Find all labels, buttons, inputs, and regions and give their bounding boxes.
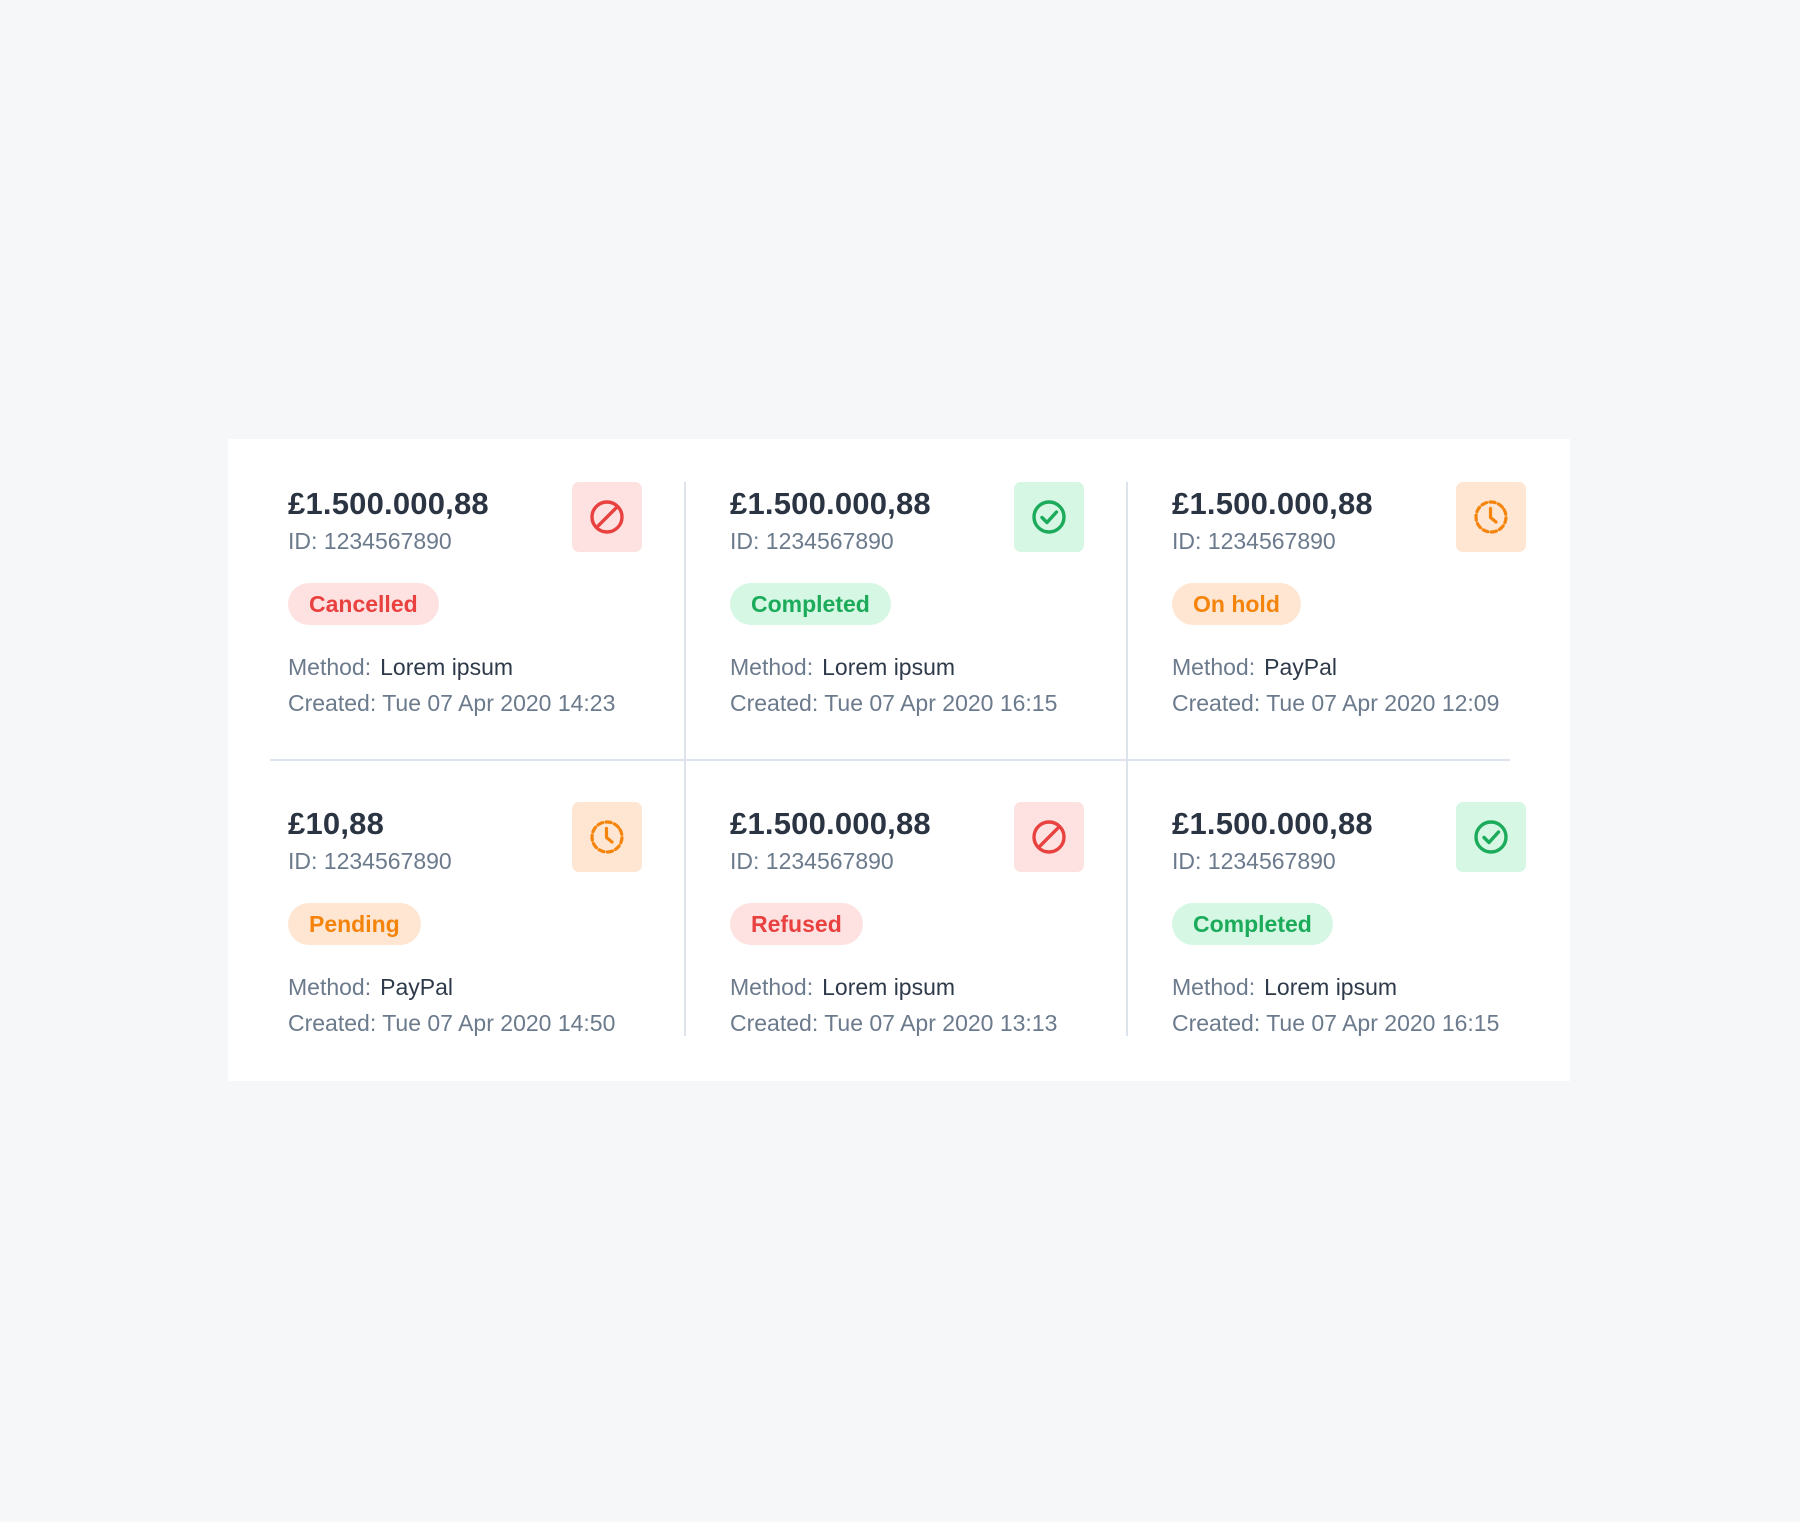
clock-dashed-icon bbox=[1474, 500, 1508, 534]
created-value: Tue 07 Apr 2020 14:23 bbox=[382, 690, 616, 716]
status-badge: On hold bbox=[1172, 583, 1301, 625]
transaction-card[interactable]: £10,88 ID: 1234567890 Pending Method: Pay… bbox=[270, 802, 712, 1079]
transaction-amount: £1.500.000,88 bbox=[730, 486, 931, 521]
method-value: Lorem ipsum bbox=[1264, 974, 1398, 1000]
status-icon-box bbox=[1456, 482, 1526, 552]
created-label: Created: bbox=[1172, 690, 1261, 716]
method-label: Method: bbox=[730, 974, 814, 1000]
ban-icon bbox=[1032, 820, 1066, 854]
created-label: Created: bbox=[730, 690, 819, 716]
transaction-amount: £1.500.000,88 bbox=[288, 486, 489, 521]
method-value: Lorem ipsum bbox=[822, 654, 956, 680]
created-label: Created: bbox=[730, 1010, 819, 1036]
check-circle-icon bbox=[1032, 500, 1066, 534]
status-badge: Refused bbox=[730, 903, 863, 945]
transaction-id: ID: 1234567890 bbox=[288, 528, 452, 554]
transaction-card[interactable]: £1.500.000,88 ID: 1234567890 Completed M… bbox=[1154, 802, 1596, 1079]
created-label: Created: bbox=[1172, 1010, 1261, 1036]
method-label: Method: bbox=[1172, 654, 1256, 680]
status-icon-box bbox=[1014, 802, 1084, 872]
created-row: Created: Tue 07 Apr 2020 16:15 bbox=[1172, 1010, 1499, 1037]
method-row: Method: Lorem ipsum bbox=[730, 654, 955, 681]
transaction-id: ID: 1234567890 bbox=[730, 528, 894, 554]
transaction-card[interactable]: £1.500.000,88 ID: 1234567890 Cancelled M… bbox=[270, 482, 712, 759]
transactions-grid: £1.500.000,88 ID: 1234567890 Cancelled M… bbox=[270, 482, 1526, 1036]
transactions-panel: £1.500.000,88 ID: 1234567890 Cancelled M… bbox=[228, 439, 1570, 1081]
transaction-amount: £10,88 bbox=[288, 806, 385, 841]
created-row: Created: Tue 07 Apr 2020 13:13 bbox=[730, 1010, 1057, 1037]
transaction-card[interactable]: £1.500.000,88 ID: 1234567890 Refused Met… bbox=[712, 802, 1154, 1079]
method-row: Method: Lorem ipsum bbox=[288, 654, 513, 681]
method-value: PayPal bbox=[1264, 654, 1337, 680]
method-label: Method: bbox=[288, 654, 372, 680]
transaction-id: ID: 1234567890 bbox=[1172, 848, 1336, 874]
method-value: PayPal bbox=[380, 974, 453, 1000]
method-row: Method: PayPal bbox=[288, 974, 453, 1001]
created-label: Created: bbox=[288, 1010, 377, 1036]
created-value: Tue 07 Apr 2020 16:15 bbox=[824, 690, 1058, 716]
created-value: Tue 07 Apr 2020 16:15 bbox=[1266, 1010, 1500, 1036]
status-badge: Pending bbox=[288, 903, 421, 945]
transaction-card[interactable]: £1.500.000,88 ID: 1234567890 On hold Met… bbox=[1154, 482, 1596, 759]
method-label: Method: bbox=[730, 654, 814, 680]
method-label: Method: bbox=[1172, 974, 1256, 1000]
status-icon-box bbox=[1014, 482, 1084, 552]
check-circle-icon bbox=[1474, 820, 1508, 854]
row-divider bbox=[270, 759, 1510, 761]
status-icon-box bbox=[572, 482, 642, 552]
created-row: Created: Tue 07 Apr 2020 14:23 bbox=[288, 690, 615, 717]
transaction-id: ID: 1234567890 bbox=[288, 848, 452, 874]
created-row: Created: Tue 07 Apr 2020 14:50 bbox=[288, 1010, 615, 1037]
method-value: Lorem ipsum bbox=[822, 974, 956, 1000]
created-value: Tue 07 Apr 2020 13:13 bbox=[824, 1010, 1058, 1036]
method-label: Method: bbox=[288, 974, 372, 1000]
transaction-id: ID: 1234567890 bbox=[1172, 528, 1336, 554]
transaction-id: ID: 1234567890 bbox=[730, 848, 894, 874]
transaction-amount: £1.500.000,88 bbox=[730, 806, 931, 841]
status-badge: Cancelled bbox=[288, 583, 439, 625]
transaction-amount: £1.500.000,88 bbox=[1172, 806, 1373, 841]
method-value: Lorem ipsum bbox=[380, 654, 514, 680]
status-icon-box bbox=[572, 802, 642, 872]
clock-dashed-icon bbox=[590, 820, 624, 854]
transaction-card[interactable]: £1.500.000,88 ID: 1234567890 Completed M… bbox=[712, 482, 1154, 759]
status-badge: Completed bbox=[1172, 903, 1333, 945]
method-row: Method: Lorem ipsum bbox=[1172, 974, 1397, 1001]
created-value: Tue 07 Apr 2020 14:50 bbox=[382, 1010, 616, 1036]
status-icon-box bbox=[1456, 802, 1526, 872]
method-row: Method: Lorem ipsum bbox=[730, 974, 955, 1001]
created-row: Created: Tue 07 Apr 2020 16:15 bbox=[730, 690, 1057, 717]
created-row: Created: Tue 07 Apr 2020 12:09 bbox=[1172, 690, 1499, 717]
status-badge: Completed bbox=[730, 583, 891, 625]
transaction-amount: £1.500.000,88 bbox=[1172, 486, 1373, 521]
created-value: Tue 07 Apr 2020 12:09 bbox=[1266, 690, 1500, 716]
created-label: Created: bbox=[288, 690, 377, 716]
method-row: Method: PayPal bbox=[1172, 654, 1337, 681]
ban-icon bbox=[590, 500, 624, 534]
